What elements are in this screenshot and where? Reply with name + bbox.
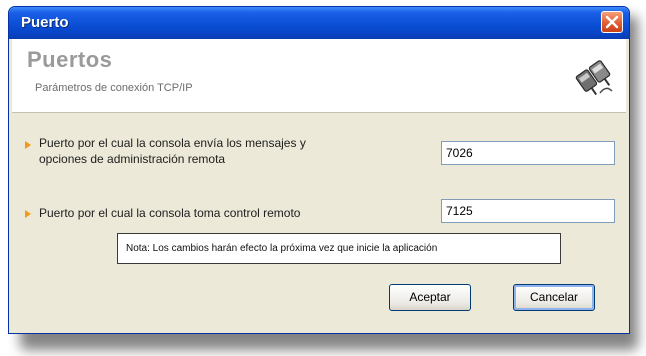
port-remote-input[interactable] (441, 199, 615, 223)
header-title: Puertos (27, 47, 113, 72)
bullet-arrow-icon (25, 210, 31, 218)
network-plugs-icon (575, 60, 613, 96)
dialog-window: Puerto Puertos Parámetros de conexión TC… (8, 6, 630, 334)
port-send-label-line2: opciones de administración remota (39, 152, 226, 166)
port-remote-label: Puerto por el cual la consola toma contr… (39, 206, 301, 220)
accept-button[interactable]: Aceptar (389, 284, 471, 311)
title-bar[interactable]: Puerto (9, 7, 629, 39)
window-title: Puerto (21, 14, 69, 31)
header-subtitle: Parámetros de conexión TCP/IP (35, 82, 193, 94)
cancel-button[interactable]: Cancelar (513, 284, 595, 311)
bullet-arrow-icon (25, 141, 31, 149)
close-button[interactable] (601, 11, 623, 33)
port-send-label: Puerto por el cual la consola envía los … (39, 135, 306, 167)
close-icon (605, 15, 619, 29)
port-send-label-line1: Puerto por el cual la consola envía los … (39, 136, 306, 150)
port-send-input[interactable] (441, 141, 615, 165)
header-panel: Puertos Parámetros de conexión TCP/IP (12, 39, 626, 113)
note-tooltip: Nota: Los cambios harán efecto la próxim… (117, 233, 561, 264)
